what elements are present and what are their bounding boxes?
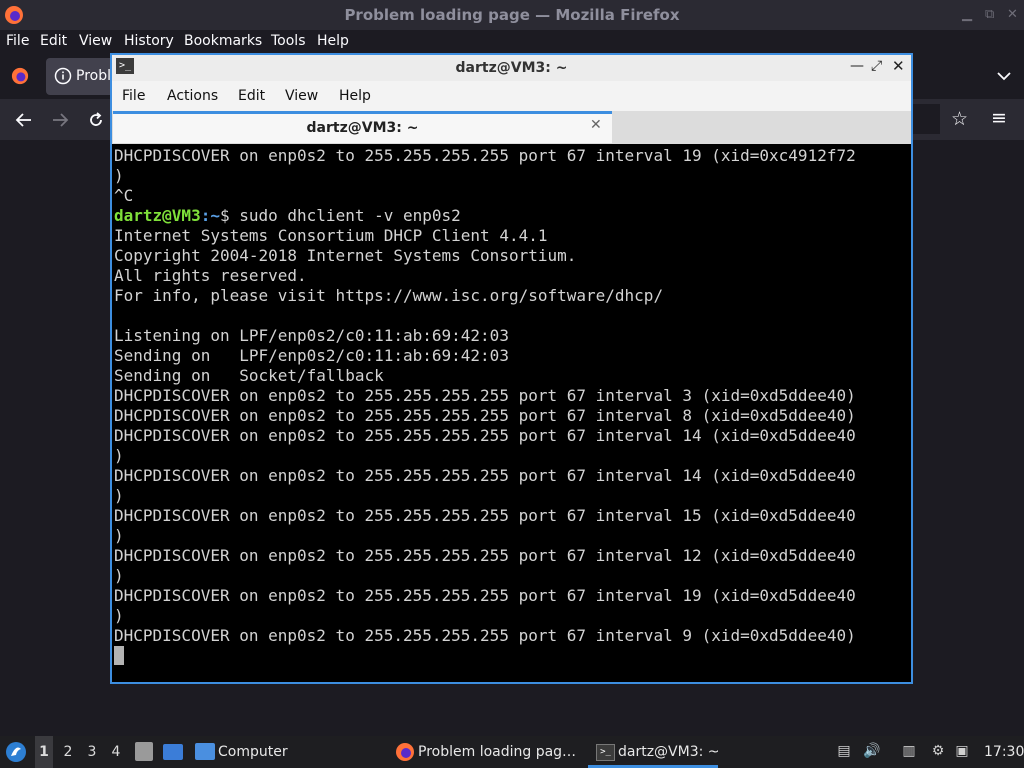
terminal-maximize-icon[interactable]: ⤢ xyxy=(871,58,882,74)
prompt-command: sudo dhclient -v enp0s2 xyxy=(239,206,461,225)
screen-icon[interactable]: ▣ xyxy=(952,741,972,761)
back-icon[interactable] xyxy=(15,111,33,129)
minimize-icon[interactable]: ▁ xyxy=(962,7,972,22)
terminal-minimize-icon[interactable]: — xyxy=(850,58,864,74)
taskbar-firefox-task[interactable]: Problem loading pag… xyxy=(418,736,576,768)
terminal-line: Copyright 2004-2018 Internet Systems Con… xyxy=(114,246,577,265)
terminal-line: DHCPDISCOVER on enp0s2 to 255.255.255.25… xyxy=(114,146,856,165)
terminal-line: For info, please visit https://www.isc.o… xyxy=(114,286,664,305)
terminal-line: ^C xyxy=(114,186,134,205)
menu-tools[interactable]: Tools xyxy=(271,30,306,52)
info-icon xyxy=(54,67,72,85)
prompt-user: dartz@VM3 xyxy=(114,206,201,225)
terminal-cursor-line xyxy=(114,646,909,666)
taskbar-terminal-task[interactable]: dartz@VM3: ~ xyxy=(618,736,720,768)
terminal-line: DHCPDISCOVER on enp0s2 to 255.255.255.25… xyxy=(114,626,856,645)
menu-file[interactable]: File xyxy=(6,30,29,52)
firefox-view-icon[interactable] xyxy=(11,67,29,85)
terminal-line: DHCPDISCOVER on enp0s2 to 255.255.255.25… xyxy=(114,406,856,425)
terminal-line: DHCPDISCOVER on enp0s2 to 255.255.255.25… xyxy=(114,546,856,565)
terminal-line: DHCPDISCOVER on enp0s2 to 255.255.255.25… xyxy=(114,586,856,605)
terminal-line: Sending on Socket/fallback xyxy=(114,366,384,385)
firefox-window-title: Problem loading page — Mozilla Firefox xyxy=(344,6,680,24)
clipboard-icon[interactable]: ▤ xyxy=(834,741,854,761)
url-bar[interactable] xyxy=(912,104,940,134)
file-manager-launcher-icon[interactable] xyxy=(135,742,153,761)
firefox-task-icon xyxy=(396,743,414,761)
terminal-menu-edit[interactable]: Edit xyxy=(238,81,265,111)
workspace-4[interactable]: 4 xyxy=(107,736,125,768)
terminal-menu-help[interactable]: Help xyxy=(339,81,371,111)
network-icon[interactable]: ⚙ xyxy=(928,741,948,761)
prompt-path: :~ xyxy=(200,206,220,225)
start-menu-icon[interactable] xyxy=(5,741,27,763)
maximize-icon[interactable]: ⧉ xyxy=(985,7,994,22)
terminal-menubar xyxy=(112,81,911,111)
terminal-line: DHCPDISCOVER on enp0s2 to 255.255.255.25… xyxy=(114,506,856,525)
close-icon[interactable]: ✕ xyxy=(1007,7,1018,22)
terminal-line: ) xyxy=(114,166,124,185)
terminal-menu-actions[interactable]: Actions xyxy=(167,81,218,111)
workspace-2[interactable]: 2 xyxy=(59,736,77,768)
terminal-line: DHCPDISCOVER on enp0s2 to 255.255.255.25… xyxy=(114,386,856,405)
terminal-tab-label: dartz@VM3: ~ xyxy=(306,120,419,136)
reload-icon[interactable] xyxy=(87,111,105,129)
folder-icon xyxy=(195,743,215,760)
menu-bookmarks[interactable]: Bookmarks xyxy=(184,30,262,52)
bookmark-star-icon[interactable]: ☆ xyxy=(951,108,968,130)
notes-icon[interactable]: ▥ xyxy=(899,741,919,761)
terminal-output[interactable]: DHCPDISCOVER on enp0s2 to 255.255.255.25… xyxy=(114,146,909,680)
terminal-line: Internet Systems Consortium DHCP Client … xyxy=(114,226,548,245)
terminal-menu-view[interactable]: View xyxy=(285,81,318,111)
list-all-tabs-icon[interactable] xyxy=(996,70,1012,82)
menu-view[interactable]: View xyxy=(79,30,112,52)
browser-tab-label: Probl xyxy=(76,68,111,84)
terminal-prompt-line: dartz@VM3:~$ sudo dhclient -v enp0s2 xyxy=(114,206,909,226)
volume-icon[interactable]: 🔊 xyxy=(862,741,882,761)
terminal-line: ) xyxy=(114,446,124,465)
terminal-tab-close-icon[interactable]: ✕ xyxy=(590,117,602,133)
terminal-line: ) xyxy=(114,486,124,505)
menu-history[interactable]: History xyxy=(124,30,174,52)
terminal-task-icon: >_ xyxy=(596,744,615,761)
terminal-line: DHCPDISCOVER on enp0s2 to 255.255.255.25… xyxy=(114,426,856,445)
terminal-line: Listening on LPF/enp0s2/c0:11:ab:69:42:0… xyxy=(114,326,509,345)
workspace-1[interactable]: 1 xyxy=(35,736,53,768)
terminal-line: All rights reserved. xyxy=(114,266,307,285)
terminal-line: ) xyxy=(114,606,124,625)
forward-icon[interactable] xyxy=(51,111,69,129)
terminal-line: ) xyxy=(114,526,124,545)
taskbar-computer[interactable]: Computer xyxy=(218,736,288,768)
show-desktop-icon[interactable] xyxy=(163,744,183,760)
app-menu-icon[interactable]: ≡ xyxy=(991,107,1007,129)
terminal-line: DHCPDISCOVER on enp0s2 to 255.255.255.25… xyxy=(114,466,856,485)
terminal-cursor xyxy=(114,646,124,665)
terminal-menu-file[interactable]: File xyxy=(122,81,145,111)
menu-edit[interactable]: Edit xyxy=(40,30,67,52)
workspace-3[interactable]: 3 xyxy=(83,736,101,768)
terminal-line: ) xyxy=(114,566,124,585)
menu-help[interactable]: Help xyxy=(317,30,349,52)
prompt-symbol: $ xyxy=(219,206,240,225)
terminal-close-icon[interactable]: ✕ xyxy=(892,57,905,75)
terminal-window-title: dartz@VM3: ~ xyxy=(455,60,568,76)
terminal-line: Sending on LPF/enp0s2/c0:11:ab:69:42:03 xyxy=(114,346,509,365)
clock[interactable]: 17:30 xyxy=(984,736,1024,768)
